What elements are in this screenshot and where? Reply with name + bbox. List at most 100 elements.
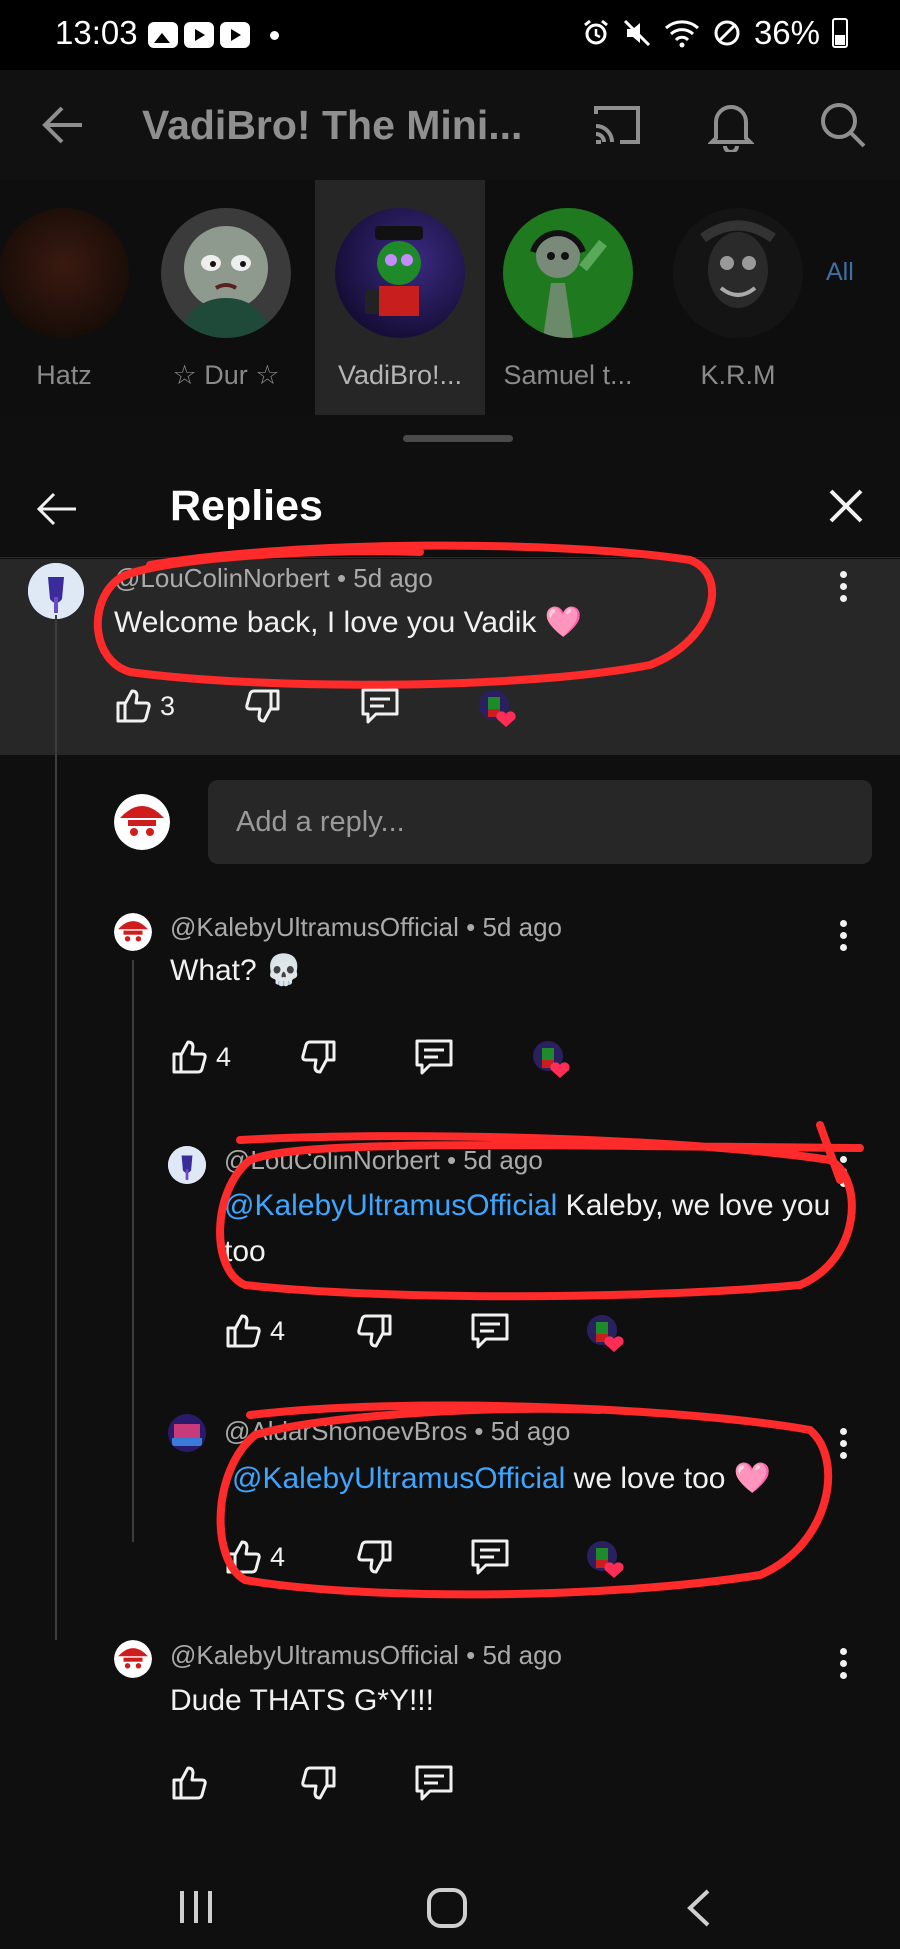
dislike-button[interactable]: [356, 1312, 394, 1350]
channel-name: Samuel t...: [503, 360, 633, 390]
more-options-icon[interactable]: [840, 1648, 848, 1684]
youtube-notification-icon: [220, 22, 250, 48]
system-nav-bar: [0, 1867, 900, 1949]
comment-text: @KalebyUltramusOfficial we love too 🩷: [232, 1462, 772, 1495]
notification-icons: [148, 22, 279, 48]
close-icon[interactable]: [826, 486, 866, 526]
like-button[interactable]: [170, 1764, 216, 1802]
avatar[interactable]: [168, 1414, 206, 1452]
reply-button[interactable]: [414, 1764, 454, 1802]
creator-heart-icon: [586, 1540, 624, 1578]
cast-icon[interactable]: [590, 100, 644, 148]
comment-meta: @LouColinNorbert • 5d ago: [224, 1145, 543, 1175]
like-button[interactable]: 4: [224, 1312, 285, 1350]
back-arrow-icon[interactable]: [34, 486, 80, 532]
drag-handle[interactable]: [403, 435, 513, 442]
app-header: VadiBro! The Mini...: [0, 70, 900, 180]
comment-icon: [415, 1765, 453, 1801]
channel-avatar: [673, 208, 803, 338]
comment-author[interactable]: @LouColinNorbert: [224, 1145, 440, 1175]
mention-link[interactable]: @KalebyUltramusOfficial: [232, 1462, 565, 1495]
comment-text: Dude THATS G*Y!!!: [170, 1684, 434, 1717]
like-button[interactable]: 4: [170, 1038, 231, 1076]
like-count: 4: [270, 1315, 286, 1346]
channel-item-vadibro[interactable]: VadiBro!...: [315, 180, 485, 415]
gallery-notification-icon: [148, 22, 178, 48]
reply-button[interactable]: [470, 1312, 510, 1350]
thumbs-up-icon: [172, 1766, 207, 1800]
dislike-button[interactable]: [356, 1538, 394, 1576]
avatar[interactable]: [114, 913, 152, 951]
comment-text: Welcome back, I love you Vadik 🩷: [114, 606, 583, 639]
thread-line: [132, 960, 134, 1542]
comment-actions: 4: [224, 1312, 644, 1352]
thumbs-up-icon: [172, 1040, 207, 1074]
more-options-icon[interactable]: [840, 920, 848, 956]
mention-link[interactable]: @KalebyUltramusOfficial: [224, 1189, 557, 1222]
thumbs-down-icon: [301, 1040, 336, 1074]
reply-button[interactable]: [414, 1038, 454, 1076]
search-icon[interactable]: [818, 100, 868, 150]
like-count: 4: [216, 1041, 232, 1072]
sheet-title: Replies: [170, 482, 323, 530]
channel-item-krm[interactable]: K.R.M: [653, 180, 823, 415]
comment-time: 5d ago: [353, 563, 433, 593]
comment-meta: @AldarShonoevBros • 5d ago: [224, 1416, 571, 1446]
alarm-icon: [584, 19, 608, 45]
back-icon[interactable]: [684, 1887, 714, 1929]
status-bar: 13:03 36%: [0, 0, 900, 70]
comment-author[interactable]: @LouColinNorbert: [114, 563, 330, 593]
reply-button[interactable]: [360, 687, 400, 725]
comment-meta: @KalebyUltramusOfficial • 5d ago: [170, 912, 562, 942]
comment-icon: [471, 1539, 509, 1575]
thumbs-up-icon: [116, 689, 151, 723]
comment-actions: 4: [170, 1038, 590, 1078]
dislike-button[interactable]: [244, 687, 282, 725]
dislike-button[interactable]: [300, 1764, 338, 1802]
like-count: 3: [160, 690, 176, 721]
comment-text: What? 💀: [170, 954, 303, 987]
channel-avatar: [503, 208, 633, 338]
creator-heart-icon: [586, 1314, 624, 1352]
more-notifications-icon: [270, 30, 279, 40]
creator-heart-icon: [532, 1040, 570, 1078]
channel-item-hatz[interactable]: Hatz: [0, 180, 149, 415]
bell-icon[interactable]: [708, 100, 754, 152]
comment-icon: [471, 1313, 509, 1349]
channel-item-dur[interactable]: ☆ Dur ☆: [141, 180, 311, 415]
channel-item-samuel[interactable]: Samuel t...: [483, 180, 653, 415]
reply-input[interactable]: [208, 780, 872, 864]
back-arrow-icon[interactable]: [40, 102, 86, 148]
channel-strip: Hatz ☆ Dur ☆ VadiBro!... Samuel t... K.R…: [0, 180, 900, 415]
more-options-icon[interactable]: [840, 571, 848, 607]
thumbs-up-icon: [226, 1540, 261, 1574]
avatar[interactable]: [168, 1146, 206, 1184]
home-icon[interactable]: [426, 1887, 468, 1929]
sheet-header: Replies: [0, 460, 900, 558]
replies-sheet: Replies @LouColinNorbert • 5d ago Welcom…: [0, 418, 900, 1867]
like-button[interactable]: 3: [114, 687, 175, 725]
no-sim-icon: [714, 20, 740, 46]
all-channels-link[interactable]: All: [826, 258, 854, 287]
youtube-notification-icon: [184, 22, 214, 48]
page-title: VadiBro! The Mini...: [142, 102, 523, 148]
channel-avatar: [161, 208, 291, 338]
channel-name: K.R.M: [700, 360, 776, 390]
comment-actions: 4: [224, 1538, 644, 1578]
comment-author[interactable]: @AldarShonoevBros: [224, 1416, 467, 1446]
battery-percent: 36%: [753, 14, 820, 51]
reply-button[interactable]: [470, 1538, 510, 1576]
avatar[interactable]: [114, 1640, 152, 1678]
comment-author[interactable]: @KalebyUltramusOfficial: [170, 912, 459, 942]
comment-time: 5d ago: [482, 1640, 562, 1670]
avatar[interactable]: [28, 563, 84, 619]
like-button[interactable]: 4: [224, 1538, 285, 1576]
comment-icon: [415, 1039, 453, 1075]
creator-heart-icon: [478, 689, 516, 727]
comment-author[interactable]: @KalebyUltramusOfficial: [170, 1640, 459, 1670]
thumbs-up-icon: [226, 1314, 261, 1348]
dislike-button[interactable]: [300, 1038, 338, 1076]
recent-apps-icon[interactable]: [176, 1887, 216, 1927]
channel-name: VadiBro!...: [337, 360, 463, 390]
comment-meta: @LouColinNorbert • 5d ago: [114, 563, 433, 593]
